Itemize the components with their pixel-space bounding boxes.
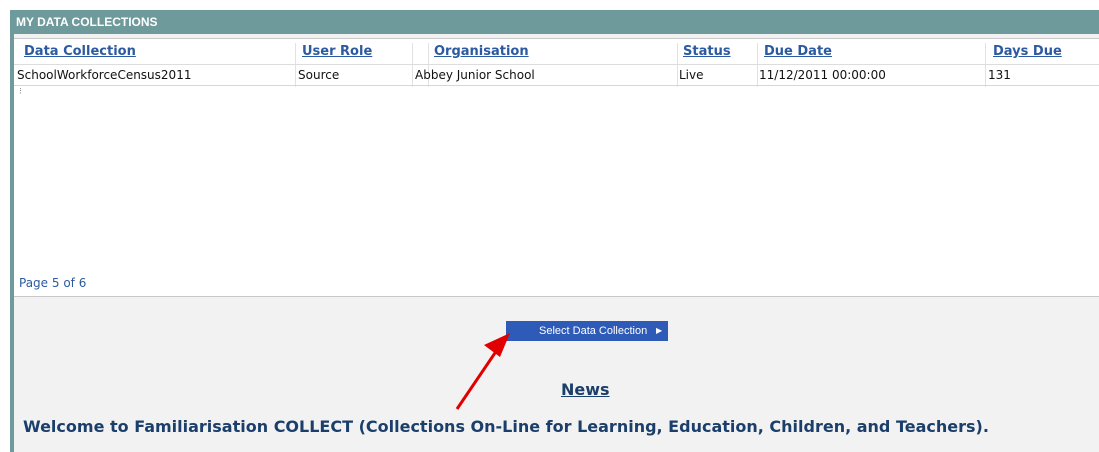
cell-user-role: Source (298, 68, 340, 82)
cell-days-due: 131 (988, 68, 1011, 82)
page-indicator: Page 5 of 6 (19, 276, 87, 290)
select-button-label: Select Data Collection (539, 325, 648, 337)
row-divider (14, 85, 1099, 86)
column-header-due-date[interactable]: Due Date (764, 43, 832, 61)
column-separator (295, 43, 296, 87)
cell-due-date: 11/12/2011 00:00:00 (759, 68, 886, 82)
column-separator (412, 43, 413, 87)
column-header-user-role[interactable]: User Role (302, 43, 372, 61)
cell-data-collection: SchoolWorkforceCensus2011 (17, 68, 192, 82)
cell-status: Live (679, 68, 704, 82)
cell-organisation: Abbey Junior School (415, 68, 535, 82)
column-header-organisation[interactable]: Organisation (434, 43, 529, 61)
column-separator (677, 43, 678, 87)
column-separator (757, 43, 758, 87)
column-header-days-due[interactable]: Days Due (993, 43, 1062, 61)
welcome-message: Welcome to Familiarisation COLLECT (Coll… (23, 417, 989, 436)
row-marker: ⁝ (19, 87, 22, 97)
panel-title: MY DATA COLLECTIONS (10, 10, 1099, 34)
select-data-collection-button[interactable]: Select Data Collection ▶ (506, 321, 668, 341)
news-heading[interactable]: News (561, 380, 610, 399)
column-header-data-collection[interactable]: Data Collection (24, 43, 136, 61)
column-separator (985, 43, 986, 87)
column-header-status[interactable]: Status (683, 43, 731, 61)
chevron-right-icon: ▶ (656, 326, 663, 335)
